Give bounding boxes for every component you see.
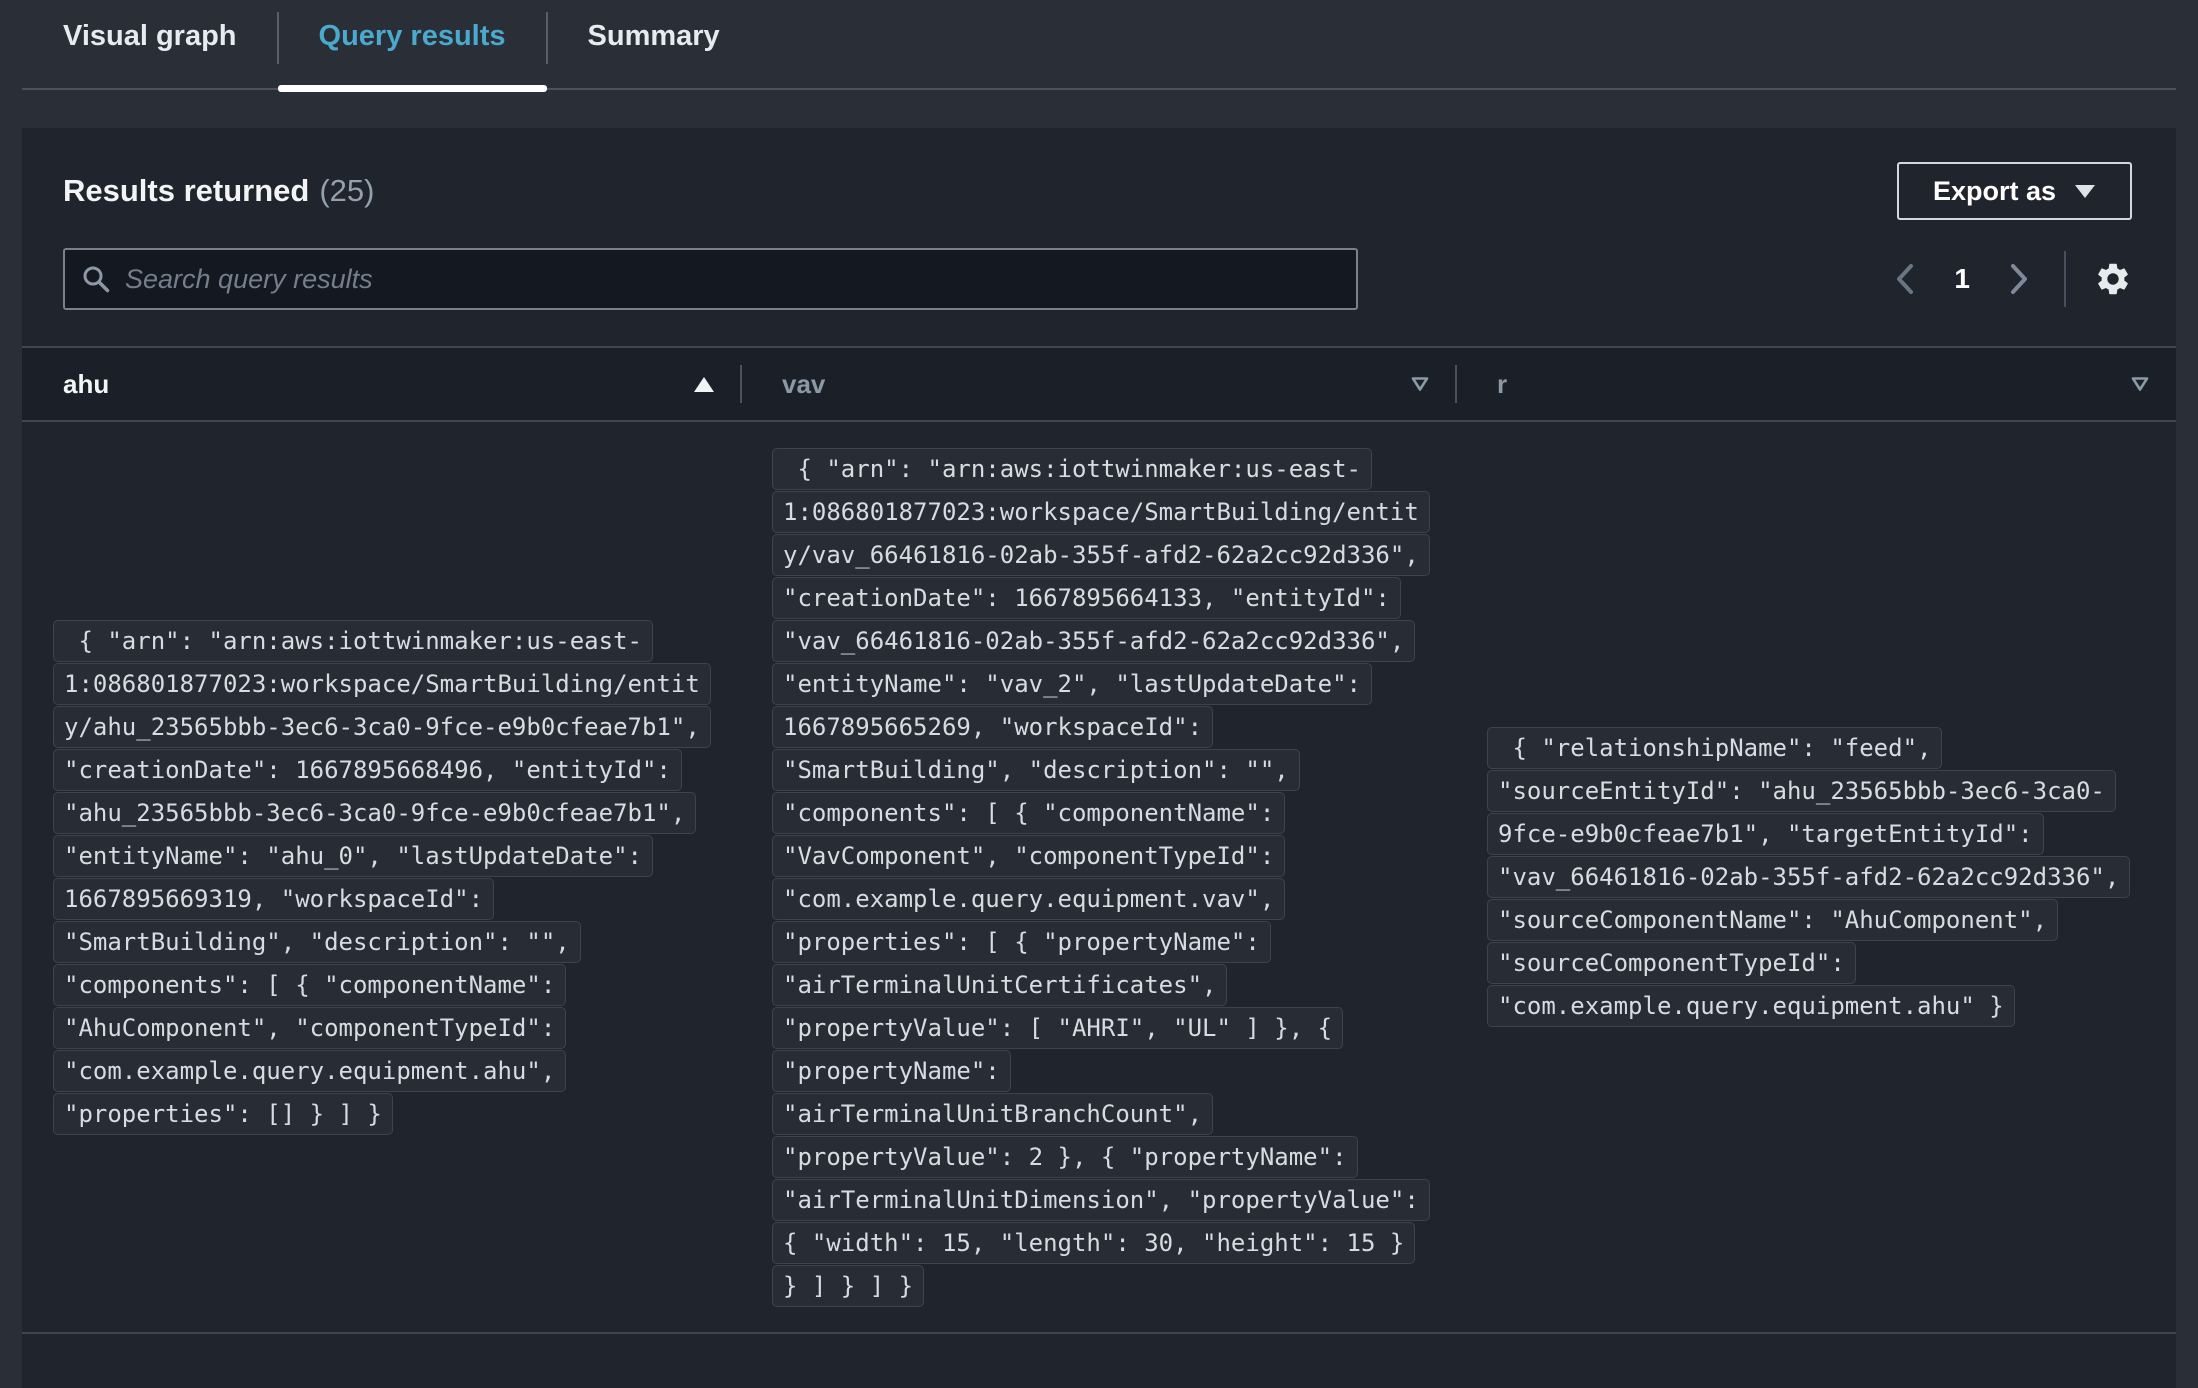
json-line: "ahu_23565bbb-3ec6-3ca0-9fce-e9b0cfeae7b… (53, 791, 697, 834)
column-header-vav-label: vav (782, 368, 826, 399)
json-line: "com.example.query.equipment.ahu" } (1487, 985, 2015, 1027)
cell-vav: { "arn": "arn:aws:iottwinmaker:us-east- 1… (741, 422, 1456, 1332)
json-line: 1667895669319, "workspaceId": (53, 877, 495, 920)
table-header-row: ahu vav r (22, 346, 2176, 422)
json-line: "properties": [] } ] } (53, 1092, 393, 1135)
json-line: "creationDate": 1667895664133, "entityId… (772, 576, 1401, 619)
json-line: 1667895665269, "workspaceId": (772, 705, 1214, 748)
json-line: "sourceComponentTypeId": (1487, 942, 1856, 984)
json-line: "propertyName": (772, 1049, 1011, 1092)
sort-indicator-icon (2130, 376, 2150, 392)
previous-page-button[interactable] (1892, 259, 1918, 299)
json-line: "airTerminalUnitCertificates", (772, 963, 1228, 1006)
json-line: y/vav_66461816-02ab-355f-afd2-62a2cc92d3… (772, 533, 1430, 576)
tab-summary-label: Summary (587, 19, 720, 52)
results-panel: Results returned (25) Export as Search q… (22, 128, 2176, 1388)
json-line: "sourceComponentName": "AhuComponent", (1487, 899, 2059, 941)
results-returned-label: Results returned (63, 173, 310, 208)
column-header-ahu[interactable]: ahu (22, 348, 741, 420)
json-line: "VavComponent", "componentTypeId": (772, 834, 1286, 877)
table-row: { "arn": "arn:aws:iottwinmaker:us-east- 1… (22, 422, 2176, 1334)
json-line: "AhuComponent", "componentTypeId": (53, 1006, 567, 1049)
tab-visual-graph-label: Visual graph (63, 19, 237, 52)
panel-header: Results returned (25) Export as (22, 128, 2176, 220)
json-line: { "width": 15, "length": 30, "height": 1… (772, 1221, 1416, 1264)
column-header-r-label: r (1497, 368, 1508, 399)
json-line: "entityName": "vav_2", "lastUpdateDate": (772, 662, 1372, 705)
export-as-label: Export as (1932, 175, 2056, 206)
json-line: "components": [ { "componentName": (53, 963, 567, 1006)
caret-down-icon (2074, 184, 2096, 199)
sort-indicator-icon (1410, 376, 1430, 392)
json-line: "creationDate": 1667895668496, "entityId… (53, 748, 682, 791)
column-header-vav[interactable]: vav (740, 348, 1456, 420)
toolbar-divider (2064, 251, 2066, 307)
tab-query-results[interactable]: Query results (276, 0, 547, 92)
column-header-r[interactable]: r (1455, 348, 2176, 420)
search-box (63, 248, 1358, 310)
json-line: { "arn": "arn:aws:iottwinmaker:us-east- (772, 447, 1372, 490)
column-header-ahu-label: ahu (63, 368, 110, 399)
tab-query-results-label: Query results (318, 19, 506, 52)
tab-summary[interactable]: Summary (545, 0, 761, 88)
json-line: "properties": [ { "propertyName": (772, 920, 1271, 963)
json-line: "airTerminalUnitBranchCount", (772, 1092, 1214, 1135)
chevron-left-icon (1892, 259, 1918, 299)
json-line: "propertyValue": [ "AHRI", "UL" ] }, { (772, 1006, 1344, 1049)
table-toolbar: 1 (63, 248, 2132, 310)
json-line: } ] } ] } (772, 1264, 925, 1307)
next-page-button[interactable] (2006, 259, 2032, 299)
json-cell-content-r: { "relationshipName": "feed", "sourceEnti… (1487, 726, 2131, 1028)
tab-bar: Visual graph Query results Summary (22, 0, 2176, 92)
json-line: "sourceEntityId": "ahu_23565bbb-3ec6-3ca… (1487, 770, 2116, 812)
json-line: "propertyValue": 2 }, { "propertyName": (772, 1135, 1358, 1178)
chevron-right-icon (2006, 259, 2032, 299)
sort-ascending-icon (693, 376, 715, 393)
json-line: 9fce-e9b0cfeae7b1", "targetEntityId": (1487, 813, 2044, 855)
json-cell-content-ahu: { "arn": "arn:aws:iottwinmaker:us-east- 1… (53, 619, 711, 1136)
json-line: 1:086801877023:workspace/SmartBuilding/e… (772, 490, 1430, 533)
json-line: "SmartBuilding", "description": "", (772, 748, 1300, 791)
json-line: "com.example.query.equipment.ahu", (53, 1049, 567, 1092)
json-line: y/ahu_23565bbb-3ec6-3ca0-9fce-e9b0cfeae7… (53, 705, 711, 748)
json-line: 1:086801877023:workspace/SmartBuilding/e… (53, 662, 711, 705)
settings-button[interactable] (2094, 260, 2132, 298)
cell-r: { "relationshipName": "feed", "sourceEnti… (1456, 422, 2176, 1332)
search-icon (81, 264, 111, 294)
json-line: { "arn": "arn:aws:iottwinmaker:us-east- (53, 619, 653, 662)
page-number[interactable]: 1 (1954, 263, 1970, 295)
json-line: "components": [ { "componentName": (772, 791, 1286, 834)
export-as-button[interactable]: Export as (1896, 162, 2132, 220)
json-line: { "relationshipName": "feed", (1487, 727, 1943, 769)
json-line: "vav_66461816-02ab-355f-afd2-62a2cc92d33… (1487, 856, 2131, 898)
results-count: (25) (319, 173, 375, 208)
page-title: Results returned (25) (63, 173, 374, 209)
cell-ahu: { "arn": "arn:aws:iottwinmaker:us-east- 1… (22, 422, 741, 1332)
json-line: "entityName": "ahu_0", "lastUpdateDate": (53, 834, 653, 877)
json-cell-content-vav: { "arn": "arn:aws:iottwinmaker:us-east- 1… (772, 447, 1430, 1308)
pagination: 1 (1892, 251, 2132, 307)
json-line: "com.example.query.equipment.vav", (772, 877, 1286, 920)
json-line: "vav_66461816-02ab-355f-afd2-62a2cc92d33… (772, 619, 1416, 662)
search-input[interactable] (125, 263, 1340, 295)
gear-icon (2094, 260, 2132, 298)
json-line: "SmartBuilding", "description": "", (53, 920, 581, 963)
json-line: "airTerminalUnitDimension", "propertyVal… (772, 1178, 1430, 1221)
tab-visual-graph[interactable]: Visual graph (22, 0, 278, 88)
